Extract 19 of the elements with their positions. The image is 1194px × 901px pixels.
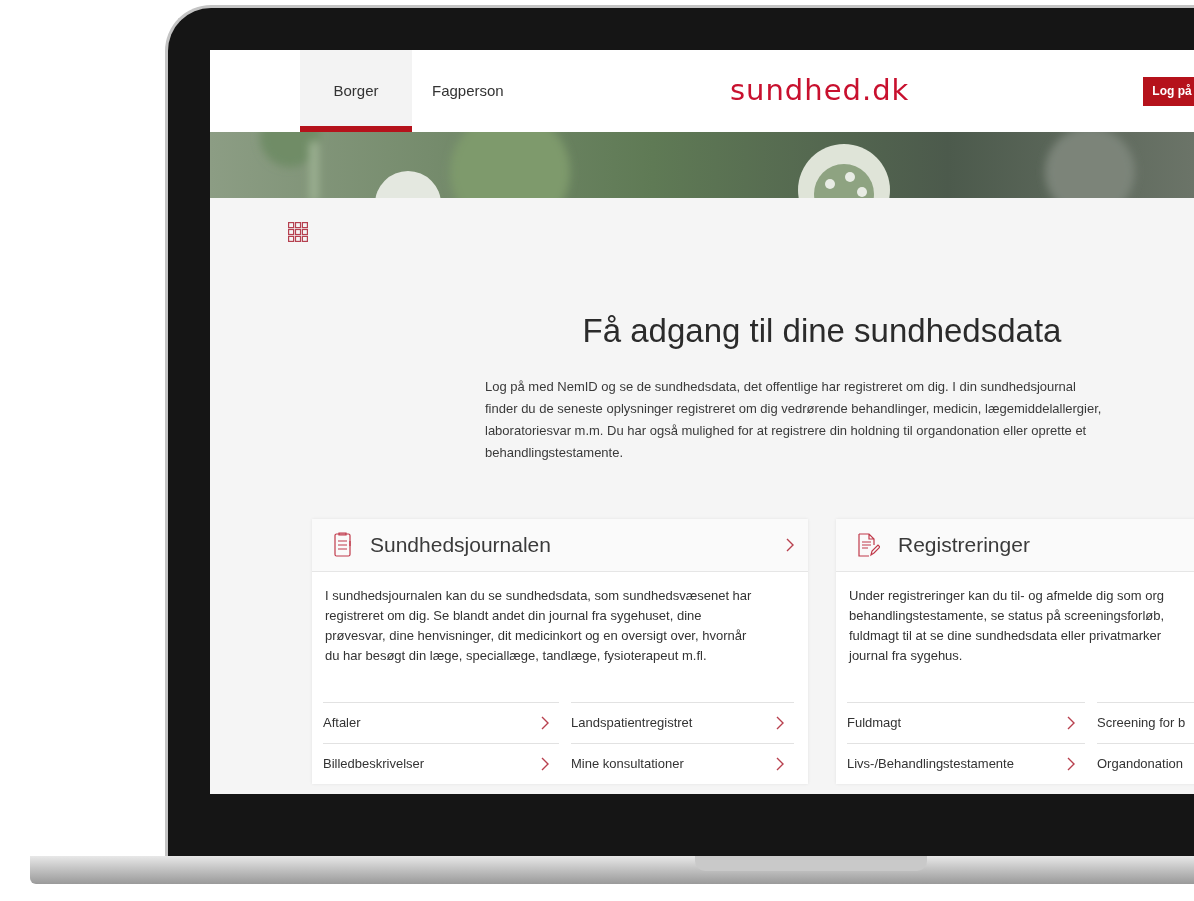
page-heading: Få adgang til dine sundhedsdata	[582, 311, 1062, 351]
grid-menu-icon[interactable]	[288, 222, 308, 242]
clipboard-icon	[334, 532, 352, 557]
card-description: I sundhedsjournalen kan du se sundhedsdata, som sundhedsvæsenet har registreret om dig. Se blandt andet din journal fra sygehuset, dine prøvesvar, dine henvisninger, dit medicinkort og en oversigt over, hvornår du har besøgt din læge, speciallæge, tandlæge, fysioterapeut m.fl.	[325, 586, 752, 665]
card-link[interactable]: Aftaler	[323, 701, 559, 743]
card-description: Under registreringer kan du til- og afmelde dig som org behandlingstestamente, se status på screeningsforløb, fuldmagt til at se dine sundhedsdata eller privatmarker journal fra sygehus.	[849, 586, 1165, 665]
site-logo[interactable]: sundhed.dk	[730, 69, 910, 113]
card-link[interactable]: Livs-/Behandlingstestamente	[847, 742, 1085, 784]
card-link[interactable]: Billedbeskrivelser	[323, 742, 559, 784]
nav-tab[interactable]: Fagperson	[412, 50, 524, 132]
document-pen-icon	[858, 532, 880, 557]
nav-tab[interactable]: Borger	[300, 50, 412, 132]
card-link[interactable]: Organdonation	[1097, 742, 1194, 784]
intro-paragraph: Log på med NemID og se de sundhedsdata, det offentlige har registreret om dig. I din sundhedsjournal finder du de seneste oplysninger registreret om dig vedrørende behandlinger, medicin, lægemiddelallergier, laboratoriesvar m.m. Du har også mulighed for at registrere din holdning til organdonation eller oprette et behandlingstestamente.	[485, 377, 1102, 462]
card-link[interactable]: Mine konsultationer	[571, 742, 794, 784]
login-button[interactable]: Log på	[1143, 76, 1194, 106]
card-link[interactable]: Landspatientregistret	[571, 701, 794, 743]
card-link[interactable]: Fuldmagt	[847, 701, 1085, 743]
card-link[interactable]: Screening for b	[1097, 701, 1194, 743]
